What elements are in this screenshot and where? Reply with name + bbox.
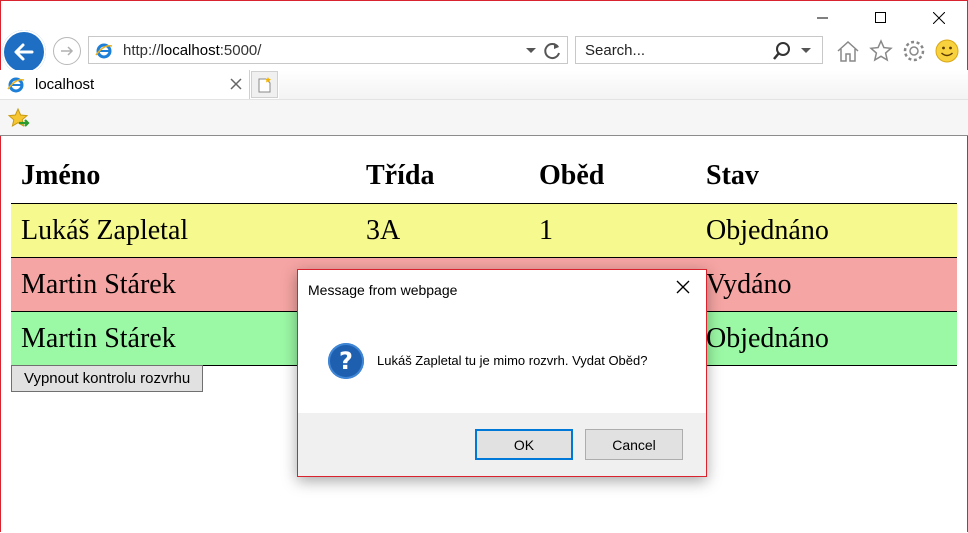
favorites-star-icon[interactable] — [867, 38, 894, 64]
search-dropdown-icon[interactable] — [800, 43, 812, 61]
tab-localhost[interactable]: localhost — [0, 70, 250, 99]
table-row[interactable]: Lukáš Zapletal 3A 1 Objednáno — [11, 203, 957, 258]
column-header-lunch: Oběd — [529, 149, 696, 204]
dialog-footer: OK Cancel — [298, 413, 706, 476]
tab-close-icon[interactable] — [230, 77, 242, 95]
new-tab-icon — [258, 76, 271, 92]
column-header-name: Jméno — [11, 149, 356, 204]
ie-logo-icon — [95, 42, 113, 65]
dialog-close-icon[interactable] — [676, 280, 690, 299]
cell-lunch: 1 — [529, 203, 696, 258]
message-dialog: Message from webpage ? Lukáš Zapletal tu… — [297, 269, 707, 477]
search-placeholder: Search... — [585, 42, 646, 59]
table-header-row: Jméno Třída Oběd Stav — [11, 149, 957, 204]
dialog-title: Message from webpage — [308, 282, 458, 298]
minimize-icon — [817, 17, 828, 19]
new-tab-button[interactable] — [251, 71, 278, 98]
cell-class: 3A — [356, 203, 529, 258]
add-to-favorites-icon[interactable] — [7, 107, 31, 136]
column-header-status: Stav — [696, 149, 957, 204]
address-bar[interactable]: http://localhost:5000/ — [88, 36, 568, 64]
navigation-bar: http://localhost:5000/ Search... — [0, 30, 968, 74]
back-button[interactable] — [2, 30, 46, 74]
question-icon: ? — [328, 343, 364, 379]
forward-button[interactable] — [53, 37, 81, 65]
cell-status: Vydáno — [696, 257, 957, 312]
close-icon — [933, 12, 945, 24]
favorites-bar — [0, 99, 968, 136]
cell-status: Objednáno — [696, 311, 957, 366]
ie-logo-icon — [7, 76, 25, 99]
tab-strip-background — [279, 70, 968, 99]
search-bar[interactable]: Search... — [575, 36, 823, 64]
ok-button[interactable]: OK — [475, 429, 573, 460]
refresh-icon[interactable] — [543, 41, 563, 66]
cell-name: Lukáš Zapletal — [11, 203, 356, 258]
tab-strip: localhost — [0, 70, 968, 99]
tab-label: localhost — [35, 76, 95, 93]
cell-status: Objednáno — [696, 203, 957, 258]
column-header-class: Třída — [356, 149, 529, 204]
gear-icon[interactable] — [900, 38, 927, 64]
maximize-icon — [875, 12, 886, 23]
smiley-feedback-icon[interactable] — [933, 38, 960, 64]
forward-arrow-icon — [61, 46, 74, 56]
address-url: http://localhost:5000/ — [123, 42, 262, 59]
search-icon[interactable] — [772, 41, 792, 66]
dialog-message: Lukáš Zapletal tu je mimo rozvrh. Vydat … — [377, 353, 648, 368]
back-arrow-icon — [14, 43, 34, 61]
cancel-button[interactable]: Cancel — [585, 429, 683, 460]
home-icon[interactable] — [834, 38, 861, 64]
address-dropdown-icon[interactable] — [525, 43, 537, 61]
disable-schedule-check-button[interactable]: Vypnout kontrolu rozvrhu — [11, 365, 204, 392]
toolbar-icons — [834, 38, 960, 64]
